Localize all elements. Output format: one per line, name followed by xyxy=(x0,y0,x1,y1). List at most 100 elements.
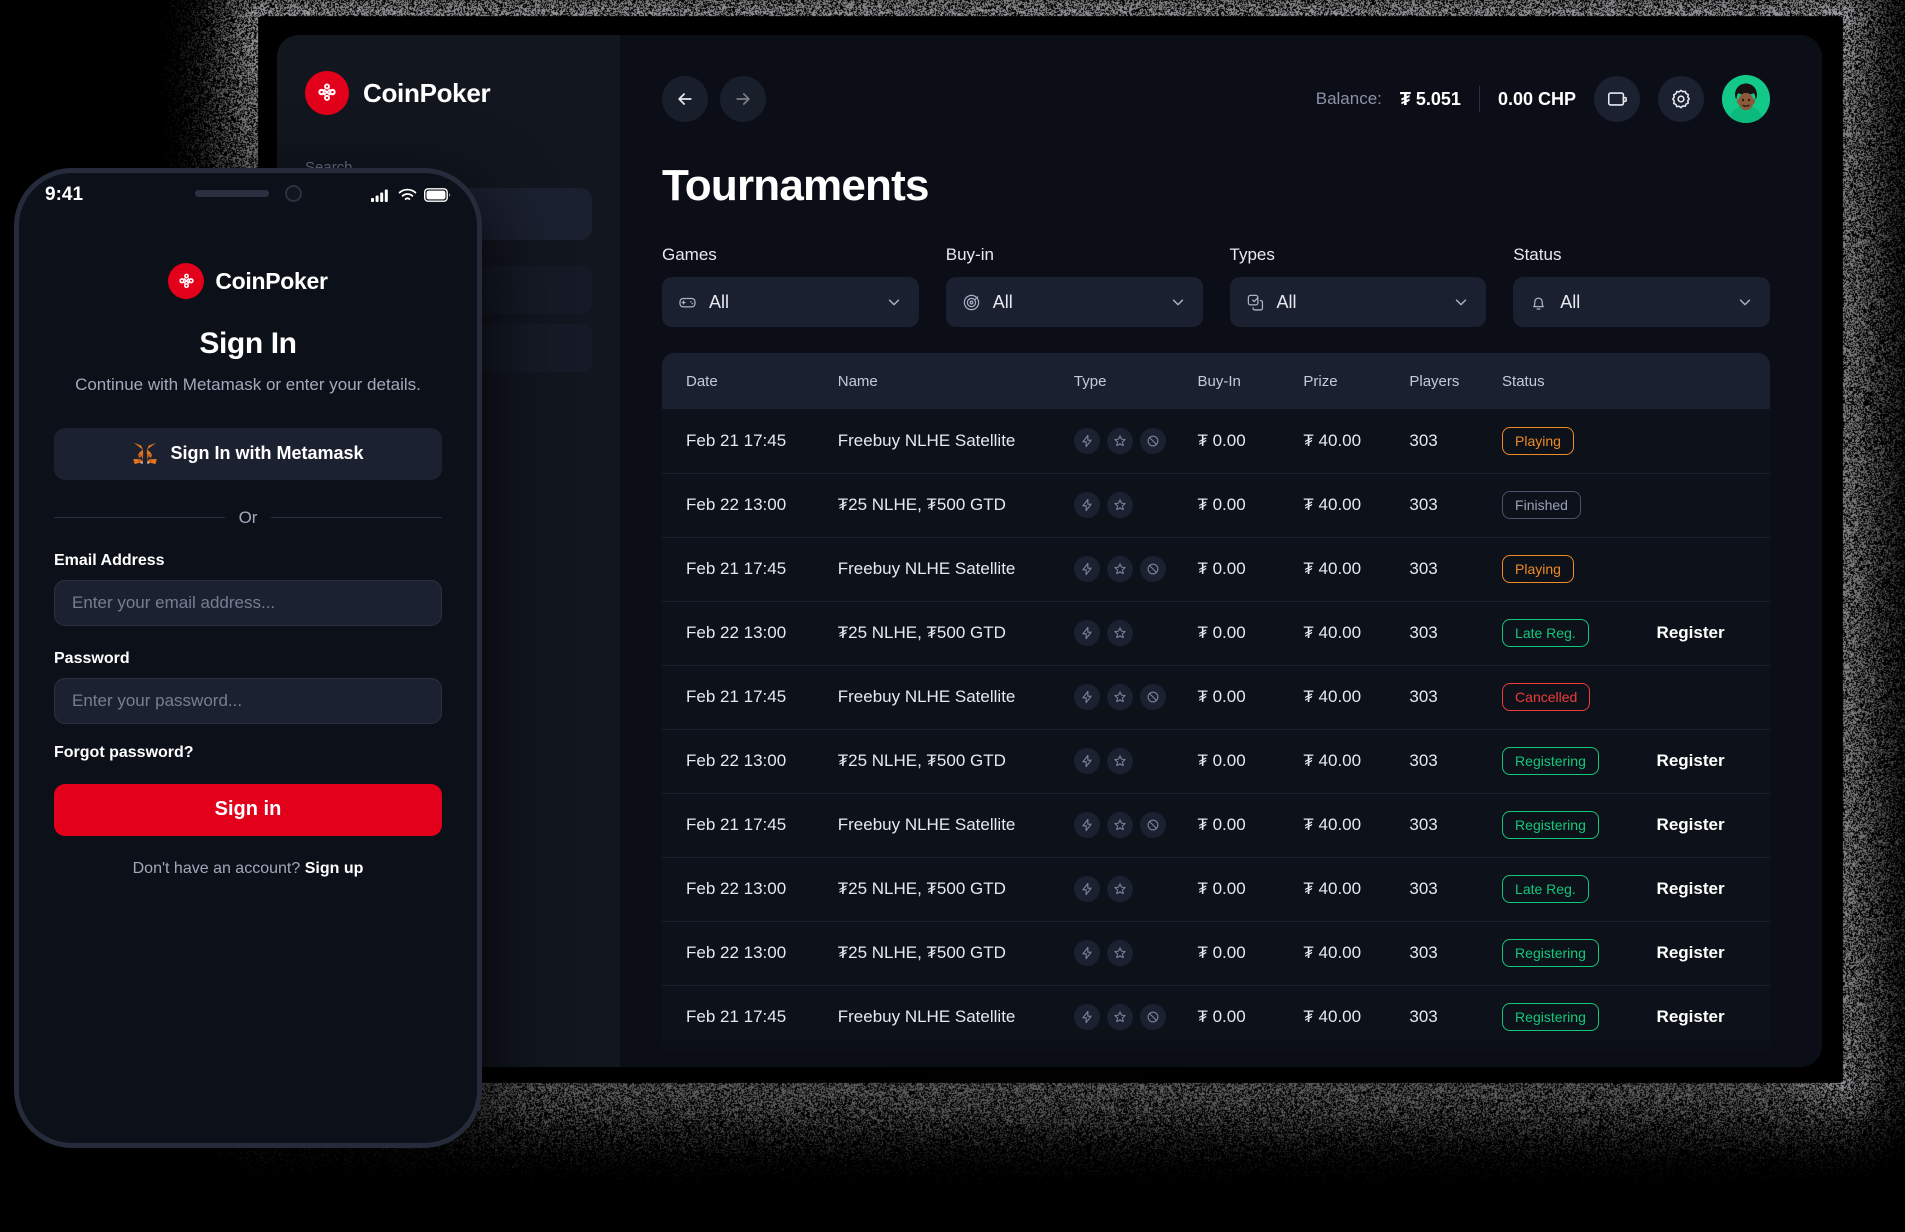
filter-status-select[interactable]: All xyxy=(1513,277,1770,327)
coinpoker-clover-logo xyxy=(305,71,349,115)
cell-name: ₮25 NLHE, ₮500 GTD xyxy=(830,473,1066,537)
email-field[interactable]: Enter your email address... xyxy=(54,580,442,626)
cell-status: Registering xyxy=(1494,793,1649,857)
table-body: Feb 21 17:45 Freebuy NLHE Satellite ₮ 0.00… xyxy=(662,409,1770,1049)
col-header-type[interactable]: Type xyxy=(1066,353,1190,409)
bolt-icon[interactable] xyxy=(1074,940,1100,966)
col-header-buyin[interactable]: Buy-In xyxy=(1189,353,1295,409)
bell-icon xyxy=(1529,293,1548,312)
screenshot-stage: CoinPoker Search xyxy=(0,0,1905,1232)
back-button[interactable] xyxy=(662,76,708,122)
cell-action: Register xyxy=(1649,985,1770,1049)
bolt-icon[interactable] xyxy=(1074,812,1100,838)
col-header-name[interactable]: Name xyxy=(830,353,1066,409)
cell-name: ₮25 NLHE, ₮500 GTD xyxy=(830,857,1066,921)
filter-buyin-select[interactable]: All xyxy=(946,277,1203,327)
cell-status: Playing xyxy=(1494,537,1649,601)
star-icon[interactable] xyxy=(1107,684,1133,710)
register-button[interactable]: Register xyxy=(1657,1007,1725,1026)
wallet-button[interactable] xyxy=(1594,76,1640,122)
sidebar-brand[interactable]: CoinPoker xyxy=(305,71,592,115)
no-rebuy-icon[interactable] xyxy=(1140,1004,1166,1030)
col-header-date[interactable]: Date xyxy=(662,353,830,409)
cell-type xyxy=(1066,473,1190,537)
cell-players: 303 xyxy=(1401,473,1494,537)
user-avatar[interactable] xyxy=(1722,75,1770,123)
star-icon[interactable] xyxy=(1107,940,1133,966)
bolt-icon[interactable] xyxy=(1074,428,1100,454)
signin-button[interactable]: Sign in xyxy=(54,784,442,836)
cell-date: Feb 21 17:45 xyxy=(662,793,830,857)
password-field[interactable]: Enter your password... xyxy=(54,678,442,724)
settings-button[interactable] xyxy=(1658,76,1704,122)
table-row[interactable]: Feb 22 13:00 ₮25 NLHE, ₮500 GTD ₮ 0.00 ₮ 40… xyxy=(662,921,1770,985)
bolt-icon[interactable] xyxy=(1074,556,1100,582)
bolt-icon[interactable] xyxy=(1074,492,1100,518)
cell-type xyxy=(1066,729,1190,793)
register-button[interactable]: Register xyxy=(1657,943,1725,962)
cell-name: ₮25 NLHE, ₮500 GTD xyxy=(830,921,1066,985)
filter-games-select[interactable]: All xyxy=(662,277,919,327)
filter-games-label: Games xyxy=(662,245,919,265)
cell-action: Register xyxy=(1649,793,1770,857)
bolt-icon[interactable] xyxy=(1074,620,1100,646)
star-icon[interactable] xyxy=(1107,492,1133,518)
wifi-icon xyxy=(398,188,417,202)
forgot-password-link[interactable]: Forgot password? xyxy=(54,744,442,762)
table-row[interactable]: Feb 22 13:00 ₮25 NLHE, ₮500 GTD ₮ 0.00 ₮ 40… xyxy=(662,729,1770,793)
chp-balance-value: 0.00 CHP xyxy=(1498,89,1576,110)
cell-date: Feb 21 17:45 xyxy=(662,665,830,729)
cell-type xyxy=(1066,793,1190,857)
metamask-signin-button[interactable]: Sign In with Metamask xyxy=(54,428,442,480)
no-rebuy-icon[interactable] xyxy=(1140,428,1166,454)
cell-name: Freebuy NLHE Satellite xyxy=(830,537,1066,601)
table-row[interactable]: Feb 22 13:00 ₮25 NLHE, ₮500 GTD ₮ 0.00 ₮ 40… xyxy=(662,473,1770,537)
bolt-icon[interactable] xyxy=(1074,1004,1100,1030)
bolt-icon[interactable] xyxy=(1074,748,1100,774)
status-badge: Registering xyxy=(1502,1003,1599,1031)
cell-type xyxy=(1066,665,1190,729)
copy-icon xyxy=(1246,293,1265,312)
chip-icon xyxy=(962,293,981,312)
forward-button[interactable] xyxy=(720,76,766,122)
signin-subtitle: Continue with Metamask or enter your det… xyxy=(54,373,442,398)
cell-buyin: ₮ 0.00 xyxy=(1189,537,1295,601)
star-icon[interactable] xyxy=(1107,1004,1133,1030)
register-button[interactable]: Register xyxy=(1657,751,1725,770)
bolt-icon[interactable] xyxy=(1074,876,1100,902)
table-row[interactable]: Feb 21 17:45 Freebuy NLHE Satellite ₮ 0.00… xyxy=(662,793,1770,857)
bolt-icon[interactable] xyxy=(1074,684,1100,710)
wallet-icon xyxy=(1606,88,1628,110)
star-icon[interactable] xyxy=(1107,812,1133,838)
cell-status: Playing xyxy=(1494,409,1649,473)
no-rebuy-icon[interactable] xyxy=(1140,812,1166,838)
cell-players: 303 xyxy=(1401,601,1494,665)
star-icon[interactable] xyxy=(1107,748,1133,774)
table-row[interactable]: Feb 22 13:00 ₮25 NLHE, ₮500 GTD ₮ 0.00 ₮ 40… xyxy=(662,601,1770,665)
cell-status: Cancelled xyxy=(1494,665,1649,729)
no-rebuy-icon[interactable] xyxy=(1140,684,1166,710)
star-icon[interactable] xyxy=(1107,556,1133,582)
signup-link[interactable]: Sign up xyxy=(305,860,364,877)
filter-types-select[interactable]: All xyxy=(1230,277,1487,327)
table-row[interactable]: Feb 21 17:45 Freebuy NLHE Satellite ₮ 0.00… xyxy=(662,985,1770,1049)
col-header-prize[interactable]: Prize xyxy=(1295,353,1401,409)
table-row[interactable]: Feb 21 17:45 Freebuy NLHE Satellite ₮ 0.00… xyxy=(662,409,1770,473)
filter-games: Games All xyxy=(662,245,919,327)
star-icon[interactable] xyxy=(1107,876,1133,902)
star-icon[interactable] xyxy=(1107,620,1133,646)
register-button[interactable]: Register xyxy=(1657,815,1725,834)
table-row[interactable]: Feb 22 13:00 ₮25 NLHE, ₮500 GTD ₮ 0.00 ₮ 40… xyxy=(662,857,1770,921)
register-button[interactable]: Register xyxy=(1657,879,1725,898)
table-row[interactable]: Feb 21 17:45 Freebuy NLHE Satellite ₮ 0.00… xyxy=(662,665,1770,729)
col-header-status[interactable]: Status xyxy=(1494,353,1649,409)
type-icon-group xyxy=(1074,428,1182,454)
register-button[interactable]: Register xyxy=(1657,623,1725,642)
type-icon-group xyxy=(1074,876,1182,902)
table-row[interactable]: Feb 21 17:45 Freebuy NLHE Satellite ₮ 0.00… xyxy=(662,537,1770,601)
cell-name: Freebuy NLHE Satellite xyxy=(830,409,1066,473)
cellular-signal-icon xyxy=(371,188,391,202)
col-header-players[interactable]: Players xyxy=(1401,353,1494,409)
star-icon[interactable] xyxy=(1107,428,1133,454)
no-rebuy-icon[interactable] xyxy=(1140,556,1166,582)
